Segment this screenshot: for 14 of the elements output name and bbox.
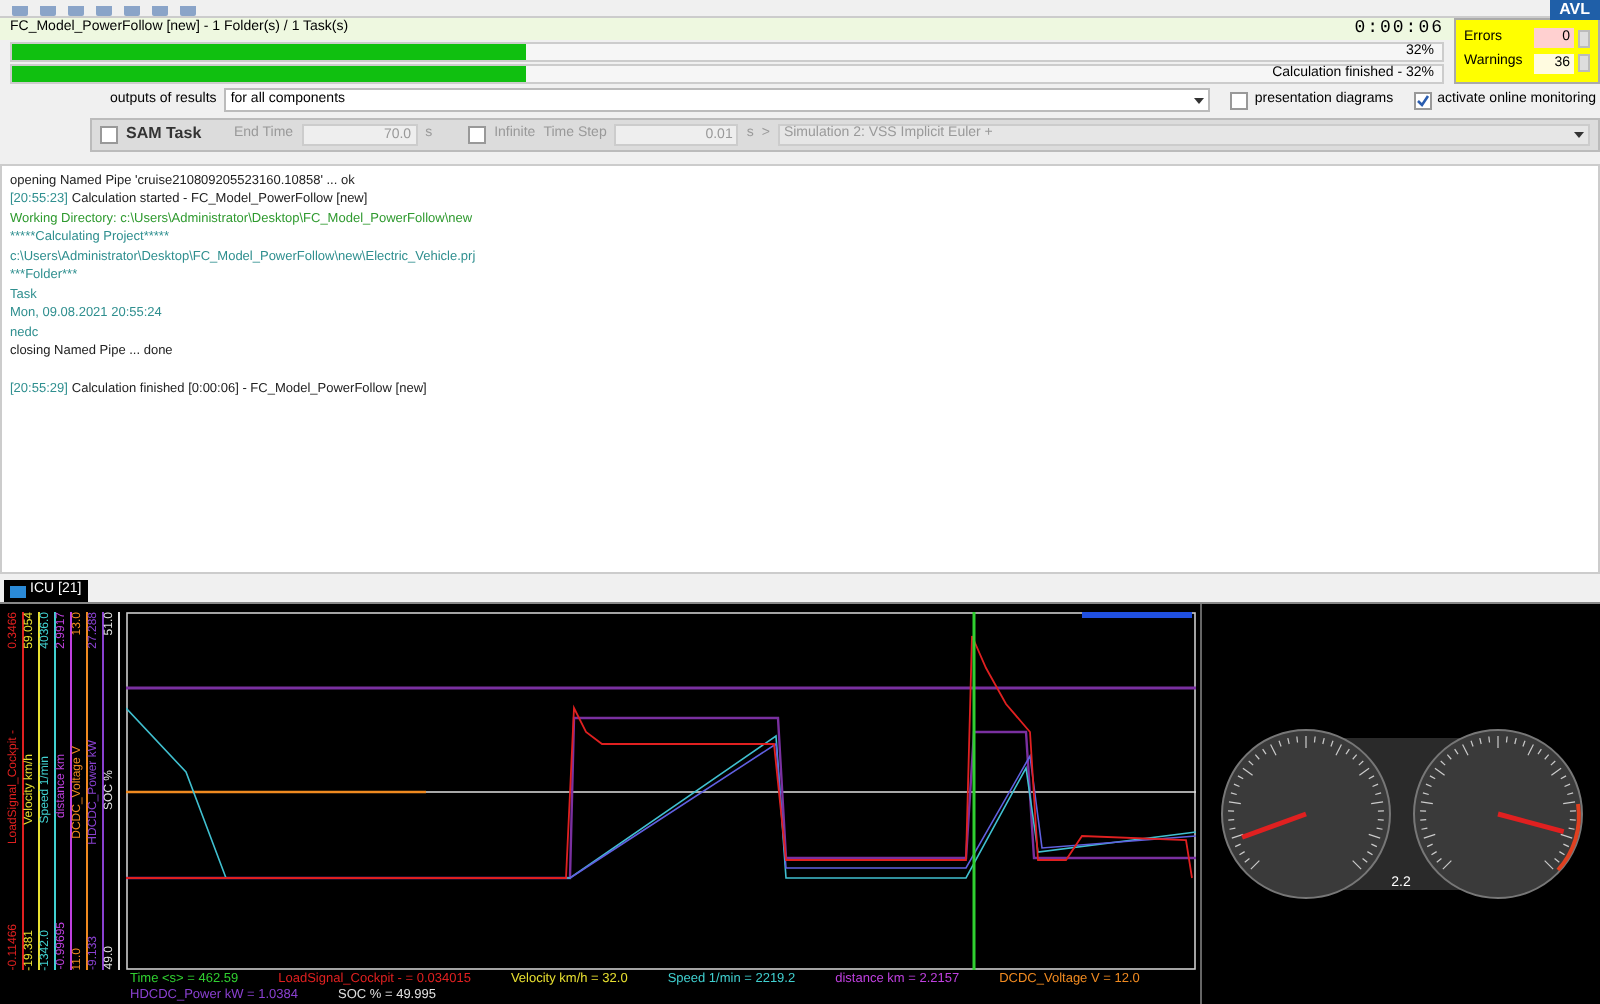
gauge-dial-icon: [1220, 729, 1390, 899]
checkbox[interactable]: [100, 125, 118, 144]
caret-icon: [1194, 97, 1205, 104]
elapsed-time: 0:00:06: [1354, 15, 1444, 42]
sam-task-label: SAM Task: [126, 122, 204, 147]
checkbox[interactable]: [1230, 91, 1249, 110]
caret-icon: [1574, 131, 1584, 138]
gauge-dial-icon: [1412, 729, 1582, 899]
checkbox[interactable]: [1413, 91, 1432, 110]
window-icon: [10, 585, 26, 597]
check-icon: [1415, 93, 1430, 108]
checkbox[interactable]: [468, 125, 487, 144]
brand-logo: AVL: [1549, 0, 1600, 20]
scroll-indicator: [1082, 612, 1192, 618]
